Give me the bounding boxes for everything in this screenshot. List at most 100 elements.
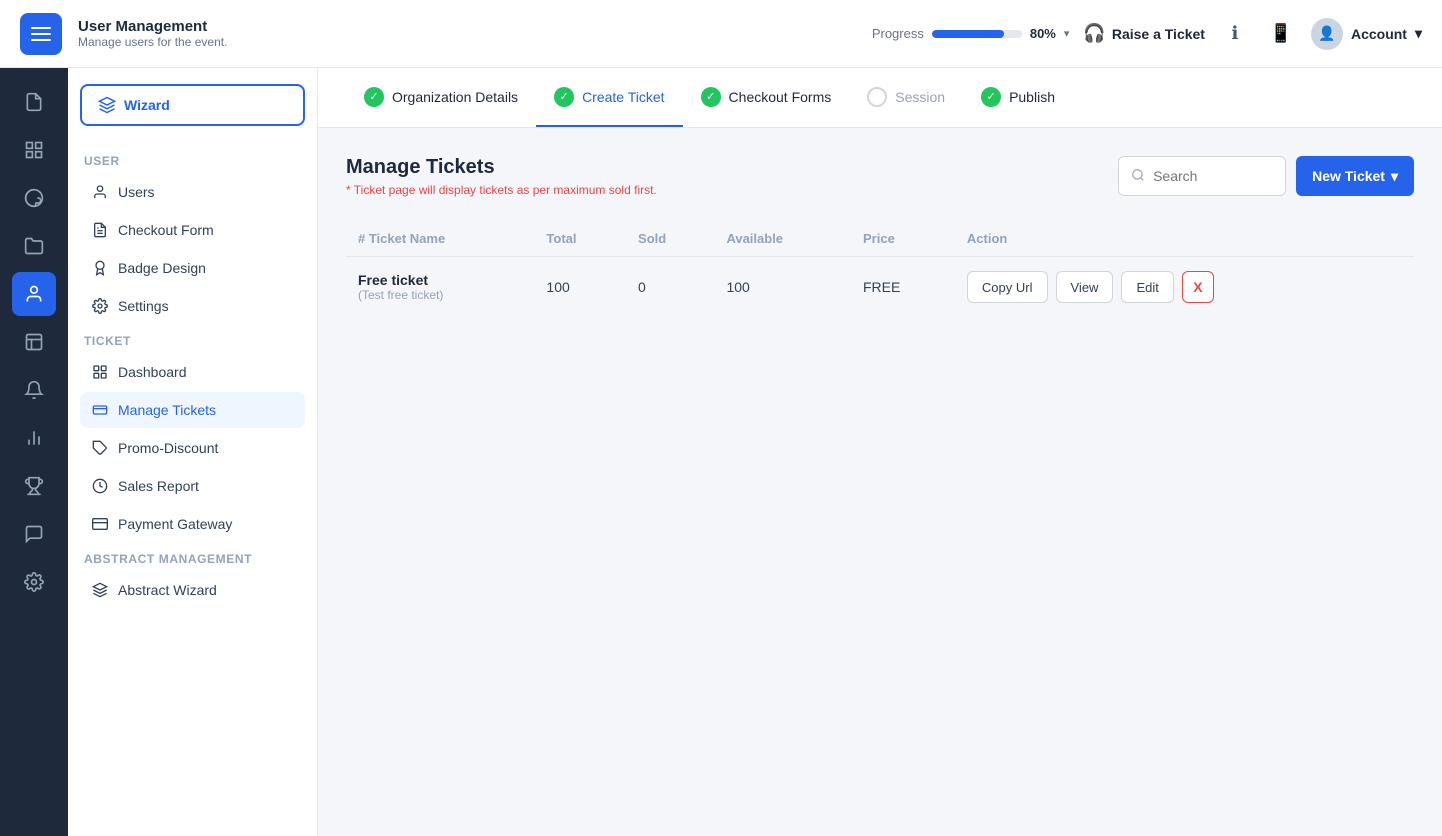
sidebar-item-promo-discount[interactable]: Promo-Discount <box>80 430 305 466</box>
sidebar-item-abstract-wizard[interactable]: Abstract Wizard <box>80 572 305 608</box>
cell-price: FREE <box>851 257 955 318</box>
cell-ticket-name: Free ticket (Test free ticket) <box>346 257 534 318</box>
step-checkout-label: Checkout Forms <box>729 89 832 105</box>
sidebar-item-sales-report[interactable]: Sales Report <box>80 468 305 504</box>
col-action: Action <box>955 221 1414 257</box>
sidebar-item-badge-design[interactable]: Badge Design <box>80 250 305 286</box>
sidebar-item-payment-gateway-label: Payment Gateway <box>118 516 232 532</box>
avatar: 👤 <box>1311 18 1343 50</box>
headphone-icon: 🎧 <box>1083 23 1105 44</box>
sidebar-item-settings-label: Settings <box>118 298 169 314</box>
search-icon <box>1131 168 1145 185</box>
rail-item-cog[interactable] <box>12 560 56 604</box>
new-ticket-chevron-icon: ▾ <box>1391 168 1398 185</box>
col-total: Total <box>534 221 626 257</box>
topnav-title-area: User Management Manage users for the eve… <box>78 18 856 49</box>
step-create-label: Create Ticket <box>582 89 664 105</box>
progress-bar-wrap <box>932 30 1022 38</box>
body-wrap: Wizard User Users Checkout Form Badge De… <box>0 68 1442 836</box>
step-session-label: Session <box>895 89 945 105</box>
step-checkout-forms[interactable]: ✓ Checkout Forms <box>683 68 850 127</box>
copy-url-button[interactable]: Copy Url <box>967 271 1048 303</box>
cell-available: 100 <box>714 257 851 318</box>
sidebar-item-manage-tickets[interactable]: Manage Tickets <box>80 392 305 428</box>
search-box[interactable] <box>1118 156 1286 196</box>
step-publish[interactable]: ✓ Publish <box>963 68 1073 127</box>
page-subtitle: Manage users for the event. <box>78 35 856 49</box>
col-price: Price <box>851 221 955 257</box>
tickets-subtitle: * Ticket page will display tickets as pe… <box>346 183 657 197</box>
sidebar-item-badge-design-label: Badge Design <box>118 260 206 276</box>
step-check-create: ✓ <box>554 87 574 107</box>
sidebar-item-settings[interactable]: Settings <box>80 288 305 324</box>
cell-sold: 0 <box>626 257 714 318</box>
wizard-button[interactable]: Wizard <box>80 84 305 126</box>
step-create-ticket[interactable]: ✓ Create Ticket <box>536 68 682 127</box>
progress-percent: 80% <box>1030 26 1056 41</box>
page-title: User Management <box>78 18 856 35</box>
rail-item-bell[interactable] <box>12 368 56 412</box>
account-chevron-icon: ▾ <box>1415 25 1422 42</box>
step-org-label: Organization Details <box>392 89 518 105</box>
wizard-steps-bar: ✓ Organization Details ✓ Create Ticket ✓… <box>318 68 1442 128</box>
step-org-details[interactable]: ✓ Organization Details <box>346 68 536 127</box>
rail-item-chart[interactable] <box>12 416 56 460</box>
tickets-header: Manage Tickets * Ticket page will displa… <box>346 156 1414 197</box>
sidebar-item-dashboard-label: Dashboard <box>118 364 187 380</box>
progress-label: Progress <box>872 26 924 41</box>
step-check-checkout: ✓ <box>701 87 721 107</box>
tickets-actions: New Ticket ▾ <box>1118 156 1414 196</box>
rail-item-palette[interactable] <box>12 176 56 220</box>
sidebar-item-users[interactable]: Users <box>80 174 305 210</box>
account-label: Account <box>1351 26 1407 42</box>
app-logo <box>20 13 62 55</box>
rail-item-list[interactable] <box>12 320 56 364</box>
rail-item-doc[interactable] <box>12 80 56 124</box>
progress-area: Progress 80% ▾ <box>872 26 1070 41</box>
rail-item-user[interactable] <box>12 272 56 316</box>
ticket-name-text: Free ticket <box>358 272 522 288</box>
account-button[interactable]: 👤 Account ▾ <box>1311 18 1422 50</box>
step-session[interactable]: Session <box>849 68 963 127</box>
rail-item-grid[interactable] <box>12 128 56 172</box>
sidebar: Wizard User Users Checkout Form Badge De… <box>68 68 318 836</box>
tickets-title: Manage Tickets <box>346 156 657 179</box>
tickets-title-area: Manage Tickets * Ticket page will displa… <box>346 156 657 197</box>
delete-button[interactable]: X <box>1182 271 1214 303</box>
raise-ticket-button[interactable]: 🎧 Raise a Ticket <box>1083 23 1205 44</box>
main-content: ✓ Organization Details ✓ Create Ticket ✓… <box>318 68 1442 836</box>
search-input[interactable] <box>1153 168 1273 184</box>
rail-item-folder[interactable] <box>12 224 56 268</box>
topnav: User Management Manage users for the eve… <box>0 0 1442 68</box>
sidebar-item-abstract-wizard-label: Abstract Wizard <box>118 582 217 598</box>
mobile-button[interactable]: 📱 <box>1265 18 1297 50</box>
sidebar-item-manage-tickets-label: Manage Tickets <box>118 402 216 418</box>
sidebar-item-promo-discount-label: Promo-Discount <box>118 440 218 456</box>
sidebar-item-checkout-form[interactable]: Checkout Form <box>80 212 305 248</box>
col-ticket-name: # Ticket Name <box>346 221 534 257</box>
sidebar-item-sales-report-label: Sales Report <box>118 478 199 494</box>
col-available: Available <box>714 221 851 257</box>
ticket-sub-text: (Test free ticket) <box>358 288 522 302</box>
new-ticket-button[interactable]: New Ticket ▾ <box>1296 156 1414 196</box>
cell-action: Copy Url View Edit X <box>955 257 1414 318</box>
progress-bar-fill <box>932 30 1004 38</box>
section-label-user: User <box>80 146 305 174</box>
tickets-area: Manage Tickets * Ticket page will displa… <box>318 128 1442 836</box>
table-row: Free ticket (Test free ticket) 100 0 100… <box>346 257 1414 318</box>
wizard-label: Wizard <box>124 97 170 113</box>
sidebar-item-payment-gateway[interactable]: Payment Gateway <box>80 506 305 542</box>
sidebar-item-dashboard[interactable]: Dashboard <box>80 354 305 390</box>
rail-item-trophy[interactable] <box>12 464 56 508</box>
progress-chevron-icon[interactable]: ▾ <box>1064 27 1070 40</box>
rail-item-chat[interactable] <box>12 512 56 556</box>
step-dot-session <box>867 87 887 107</box>
col-sold: Sold <box>626 221 714 257</box>
edit-button[interactable]: Edit <box>1121 271 1173 303</box>
step-check-publish: ✓ <box>981 87 1001 107</box>
info-button[interactable]: ℹ <box>1219 18 1251 50</box>
topnav-right: Progress 80% ▾ 🎧 Raise a Ticket ℹ 📱 👤 Ac… <box>872 18 1422 50</box>
icon-rail <box>0 68 68 836</box>
section-label-ticket: Ticket <box>80 326 305 354</box>
view-button[interactable]: View <box>1056 271 1114 303</box>
